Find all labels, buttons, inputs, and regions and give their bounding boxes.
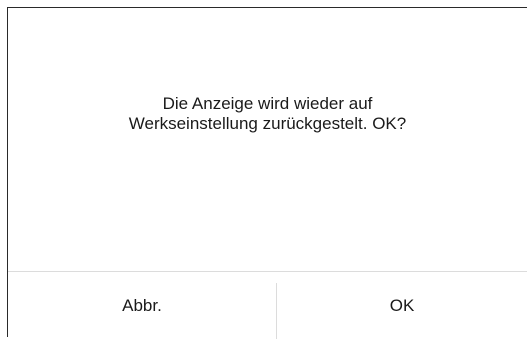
confirm-dialog: Die Anzeige wird wieder auf Werkseinstel…: [7, 7, 527, 339]
dialog-button-bar: Abbr. OK: [8, 271, 527, 339]
dialog-message-line-2: Werkseinstellung zurückgestelt. OK?: [128, 114, 407, 133]
dialog-message-line-1: Die Anzeige wird wieder auf: [162, 94, 373, 113]
cancel-button[interactable]: Abbr.: [8, 272, 276, 339]
ok-button[interactable]: OK: [277, 272, 527, 339]
dialog-message: Die Anzeige wird wieder auf Werkseinstel…: [8, 94, 527, 134]
